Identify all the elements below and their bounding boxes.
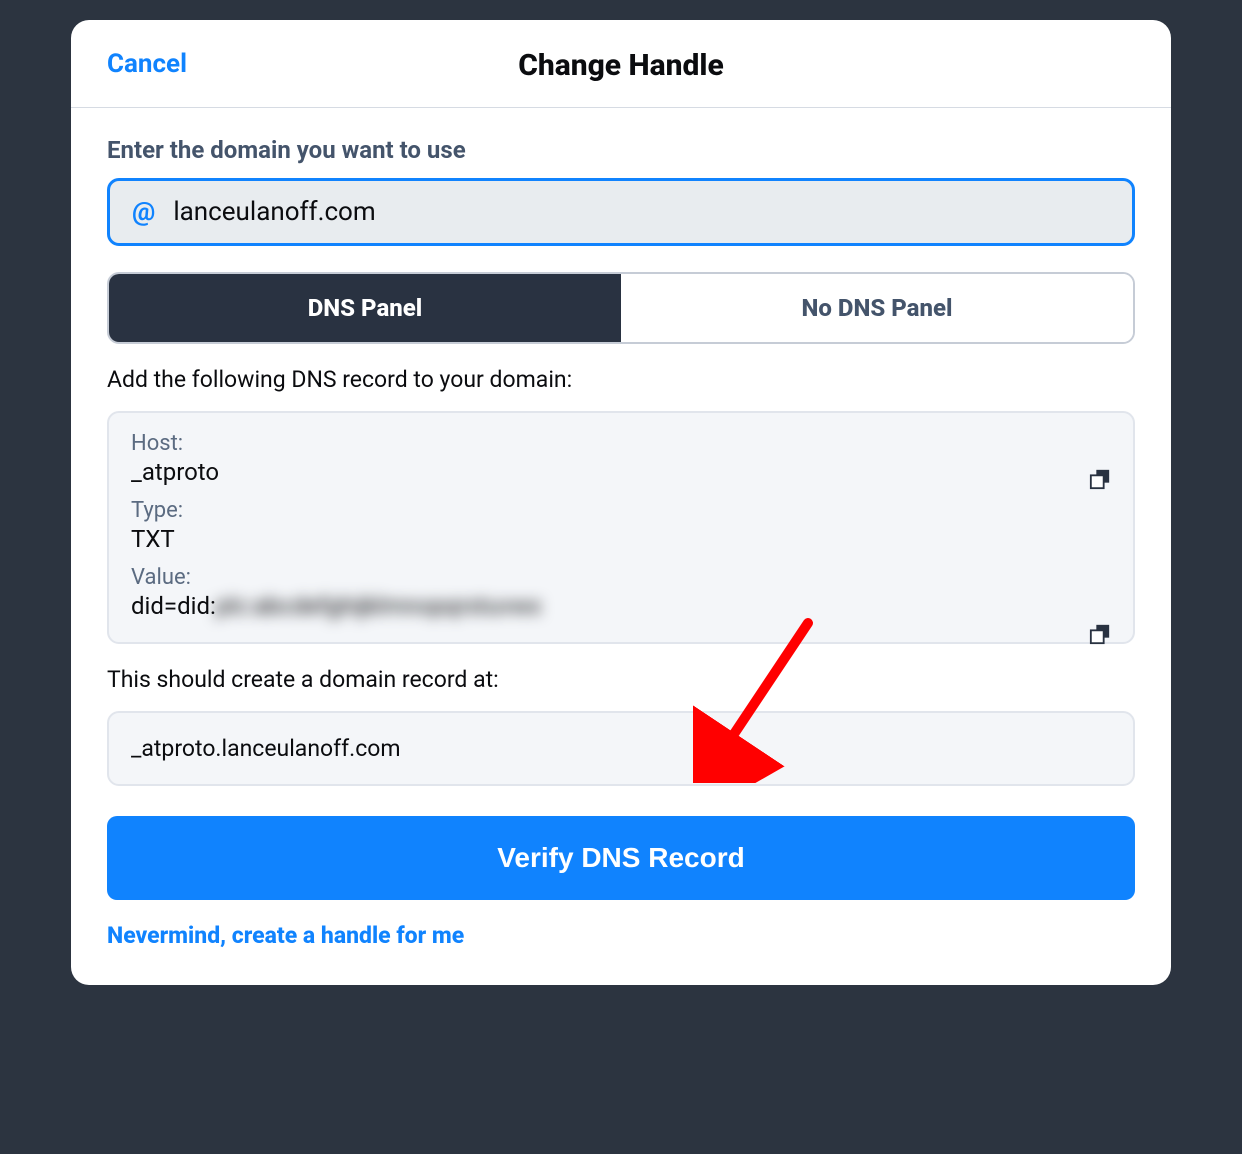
record-at-box: _atproto.lanceulanoff.com <box>107 711 1135 786</box>
type-label: Type: <box>131 498 1111 523</box>
record-at-value: _atproto.lanceulanoff.com <box>131 735 401 762</box>
nevermind-link[interactable]: Nevermind, create a handle for me <box>107 922 464 949</box>
at-icon: @ <box>132 197 155 227</box>
record-prompt: This should create a domain record at: <box>107 666 1135 693</box>
copy-icon <box>1089 468 1111 490</box>
tab-group: DNS Panel No DNS Panel <box>107 272 1135 344</box>
modal-body: Enter the domain you want to use @ DNS P… <box>71 108 1171 985</box>
tab-dns-panel[interactable]: DNS Panel <box>109 274 621 342</box>
value-label: Value: <box>131 565 1111 590</box>
modal-title: Change Handle <box>518 48 724 83</box>
copy-host-button[interactable] <box>1089 468 1111 494</box>
verify-dns-button[interactable]: Verify DNS Record <box>107 816 1135 900</box>
modal-header: Cancel Change Handle <box>71 20 1171 108</box>
value-prefix: did=did: <box>131 592 216 620</box>
type-value: TXT <box>131 525 1111 553</box>
dns-instruction: Add the following DNS record to your dom… <box>107 366 1135 393</box>
copy-value-button[interactable] <box>1089 623 1111 649</box>
value-hidden: plc:abcdefghijklmnopqrstuvwx <box>216 592 542 620</box>
host-value: _atproto <box>131 458 1111 486</box>
domain-prompt-label: Enter the domain you want to use <box>107 136 1135 164</box>
dns-record-box: Host: _atproto Type: TXT Value: did=did:… <box>107 411 1135 644</box>
copy-icon <box>1089 623 1111 645</box>
change-handle-modal: Cancel Change Handle Enter the domain yo… <box>71 20 1171 985</box>
domain-input-wrap[interactable]: @ <box>107 178 1135 246</box>
host-label: Host: <box>131 431 1111 456</box>
value-value: did=did:plc:abcdefghijklmnopqrstuvwx <box>131 592 1111 620</box>
tab-no-dns-panel[interactable]: No DNS Panel <box>621 274 1133 342</box>
cancel-button[interactable]: Cancel <box>107 49 187 79</box>
domain-input[interactable] <box>173 197 1110 227</box>
